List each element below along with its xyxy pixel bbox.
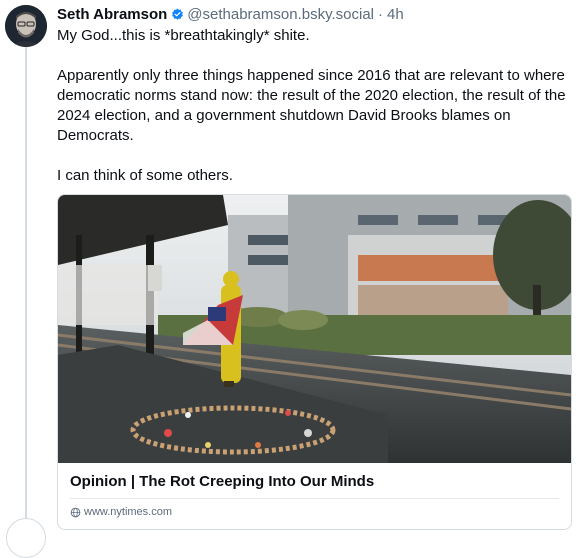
author-name[interactable]: Seth Abramson	[57, 6, 167, 23]
author-avatar[interactable]	[5, 5, 47, 47]
globe-icon	[70, 507, 81, 517]
author-handle[interactable]: @sethabramson.bsky.social	[187, 6, 374, 23]
verified-badge-icon[interactable]	[171, 8, 184, 21]
article-photo	[58, 195, 571, 463]
separator-dot: ·	[378, 5, 383, 23]
post-timestamp[interactable]: 4h	[387, 6, 404, 23]
embed-domain-text: www.nytimes.com	[84, 506, 173, 518]
post-paragraph: Apparently only three things happened si…	[57, 67, 566, 144]
embed-domain: www.nytimes.com	[70, 506, 172, 518]
post-text: My God...this is *breathtakingly* shite.…	[57, 26, 572, 186]
post-paragraph: I can think of some others.	[57, 167, 233, 184]
thread-line	[25, 46, 27, 536]
post-paragraph: My God...this is *breathtakingly* shite.	[57, 27, 310, 44]
post-header: Seth Abramson @sethabramson.bsky.social …	[57, 5, 404, 23]
embed-title[interactable]: Opinion | The Rot Creeping Into Our Mind…	[70, 473, 374, 490]
embed-divider	[70, 498, 559, 499]
link-embed-card[interactable]: Opinion | The Rot Creeping Into Our Mind…	[57, 194, 572, 530]
next-post-avatar[interactable]	[6, 518, 46, 558]
